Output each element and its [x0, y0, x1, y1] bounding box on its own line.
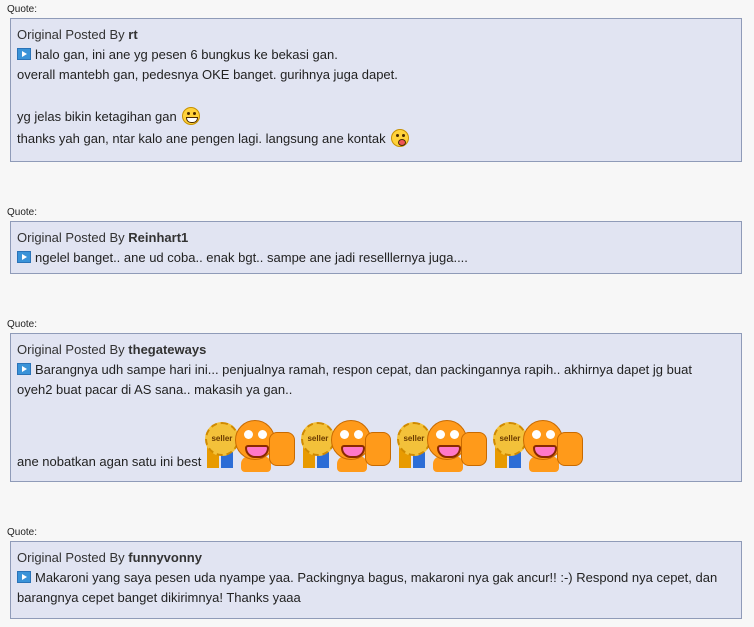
view-post-arrow-icon[interactable]: [17, 48, 31, 60]
quote-label: Quote:: [7, 527, 38, 538]
author-name[interactable]: thegateways: [128, 342, 206, 357]
quote-line-with-badges: ane nobatkan agan satu ini best seller s…: [17, 418, 735, 476]
quote-line: halo gan, ini ane yg pesen 6 bungkus ke …: [17, 45, 735, 65]
author-name[interactable]: rt: [128, 27, 137, 42]
quote-text: ngelel banget.. ane ud coba.. enak bgt..…: [35, 250, 468, 265]
seller-badge-icon: seller: [396, 418, 489, 472]
seller-badge-text: seller: [492, 422, 527, 456]
posted-by-prefix: Original Posted By: [17, 230, 125, 245]
seller-badge-icon: seller: [492, 418, 585, 472]
grin-smiley-icon: [182, 107, 201, 125]
author-name[interactable]: Reinhart1: [128, 230, 188, 245]
quote-line: overall mantebh gan, pedesnya OKE banget…: [17, 67, 398, 82]
posted-by-prefix: Original Posted By: [17, 342, 125, 357]
quote-box: Original Posted By thegateways Barangnya…: [10, 333, 742, 482]
quote-label: Quote:: [7, 319, 38, 330]
quote-box: Original Posted By Reinhart1 ngelel bang…: [10, 221, 742, 274]
seller-badge-text: seller: [300, 422, 335, 456]
posted-by-prefix: Original Posted By: [17, 550, 125, 565]
posted-by: Original Posted By Reinhart1: [17, 228, 735, 248]
quote-label: Quote:: [7, 207, 38, 218]
posted-by: Original Posted By thegateways: [17, 340, 735, 360]
wink-smiley-icon: [391, 129, 410, 147]
quote-line: thanks yah gan, ntar kalo ane pengen lag…: [17, 129, 735, 149]
posted-by: Original Posted By rt: [17, 25, 735, 45]
view-post-arrow-icon[interactable]: [17, 363, 31, 375]
quote-text: halo gan, ini ane yg pesen 6 bungkus ke …: [35, 47, 338, 62]
posted-by: Original Posted By funnyvonny: [17, 548, 735, 568]
seller-badge-icon: seller: [300, 418, 393, 472]
seller-badge-icon: seller: [204, 418, 297, 472]
quote-box: Original Posted By rt halo gan, ini ane …: [10, 18, 742, 162]
quote-line-empty: [17, 85, 735, 105]
quote-line: yg jelas bikin ketagihan gan: [17, 107, 735, 127]
view-post-arrow-icon[interactable]: [17, 571, 31, 583]
quote-text: Barangnya udh sampe hari ini... penjualn…: [17, 362, 692, 397]
quote-text: yg jelas bikin ketagihan gan: [17, 109, 177, 124]
author-name[interactable]: funnyvonny: [128, 550, 202, 565]
quote-text: Makaroni yang saya pesen uda nyampe yaa.…: [17, 570, 718, 605]
quote-label: Quote:: [7, 4, 38, 15]
quote-line: ngelel banget.. ane ud coba.. enak bgt..…: [17, 248, 735, 268]
quote-paragraph: Makaroni yang saya pesen uda nyampe yaa.…: [17, 568, 727, 608]
posted-by-prefix: Original Posted By: [17, 27, 125, 42]
view-post-arrow-icon[interactable]: [17, 251, 31, 263]
quote-text: thanks yah gan, ntar kalo ane pengen lag…: [17, 131, 386, 146]
quote-paragraph: Barangnya udh sampe hari ini... penjualn…: [17, 360, 717, 400]
quote-box: Original Posted By funnyvonny Makaroni y…: [10, 541, 742, 619]
seller-badge-text: seller: [396, 422, 431, 456]
quote-text: ane nobatkan agan satu ini best: [17, 454, 202, 469]
seller-badge-text: seller: [204, 422, 239, 456]
